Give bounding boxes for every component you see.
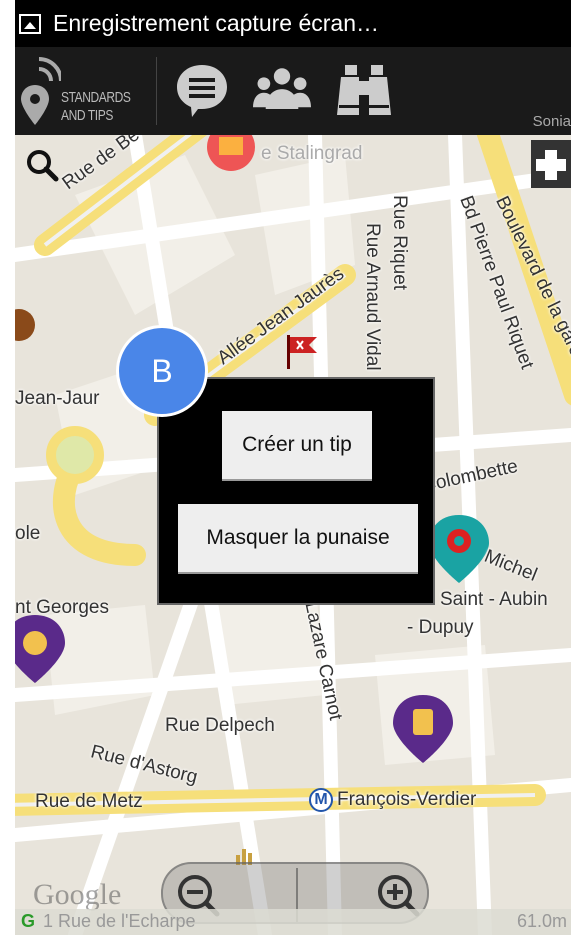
group-icon[interactable] bbox=[253, 61, 311, 119]
street-label: Jean-Jaur bbox=[15, 388, 100, 409]
address-bar: G 1 Rue de l'Echarpe 61.0m bbox=[15, 909, 571, 935]
street-label: Saint - Aubin bbox=[440, 589, 548, 610]
create-tip-button[interactable]: Créer un tip bbox=[222, 411, 372, 481]
street-label: Rue Arnaud Vidal bbox=[362, 223, 383, 371]
binoculars-icon[interactable] bbox=[335, 61, 393, 119]
user-name: Sonia bbox=[532, 113, 571, 130]
metro-icon: M bbox=[309, 788, 333, 812]
brand-line1: STANDARDS bbox=[61, 89, 131, 106]
brand-line2: AND TIPS bbox=[61, 107, 113, 124]
street-label: e Stalingrad bbox=[261, 143, 363, 164]
pin-dialog: Créer un tip Masquer la punaise bbox=[157, 377, 435, 605]
address-text: 1 Rue de l'Echarpe bbox=[43, 911, 196, 931]
street-label: Rue Delpech bbox=[165, 715, 275, 736]
image-icon bbox=[19, 13, 41, 34]
gps-indicator: G bbox=[21, 911, 36, 931]
street-label: nt Georges bbox=[15, 597, 109, 618]
annotation-badge: B bbox=[116, 325, 208, 417]
google-logo: Google bbox=[33, 878, 122, 911]
status-bar: Enregistrement capture écran… bbox=[15, 0, 571, 47]
street-label: ole bbox=[15, 523, 41, 544]
notification-text: Enregistrement capture écran… bbox=[53, 10, 379, 36]
app-logo[interactable]: STANDARDS AND TIPS bbox=[21, 53, 151, 129]
hide-pin-button[interactable]: Masquer la punaise bbox=[178, 504, 418, 574]
app-screen: Enregistrement capture écran… STANDARDS … bbox=[15, 0, 571, 935]
action-bar: STANDARDS AND TIPS Sonia bbox=[15, 47, 571, 135]
street-label: Rue de Metz bbox=[35, 791, 143, 812]
divider bbox=[156, 57, 157, 125]
chat-bubble-icon[interactable] bbox=[173, 61, 231, 119]
search-icon[interactable] bbox=[25, 148, 59, 182]
distance-text: 61.0m bbox=[516, 911, 567, 931]
add-button[interactable] bbox=[531, 140, 571, 188]
street-label: - Dupuy bbox=[407, 617, 474, 638]
street-label: Rue Riquet bbox=[389, 195, 410, 291]
location-wifi-icon bbox=[21, 57, 63, 125]
street-label: François-Verdier bbox=[337, 789, 477, 810]
